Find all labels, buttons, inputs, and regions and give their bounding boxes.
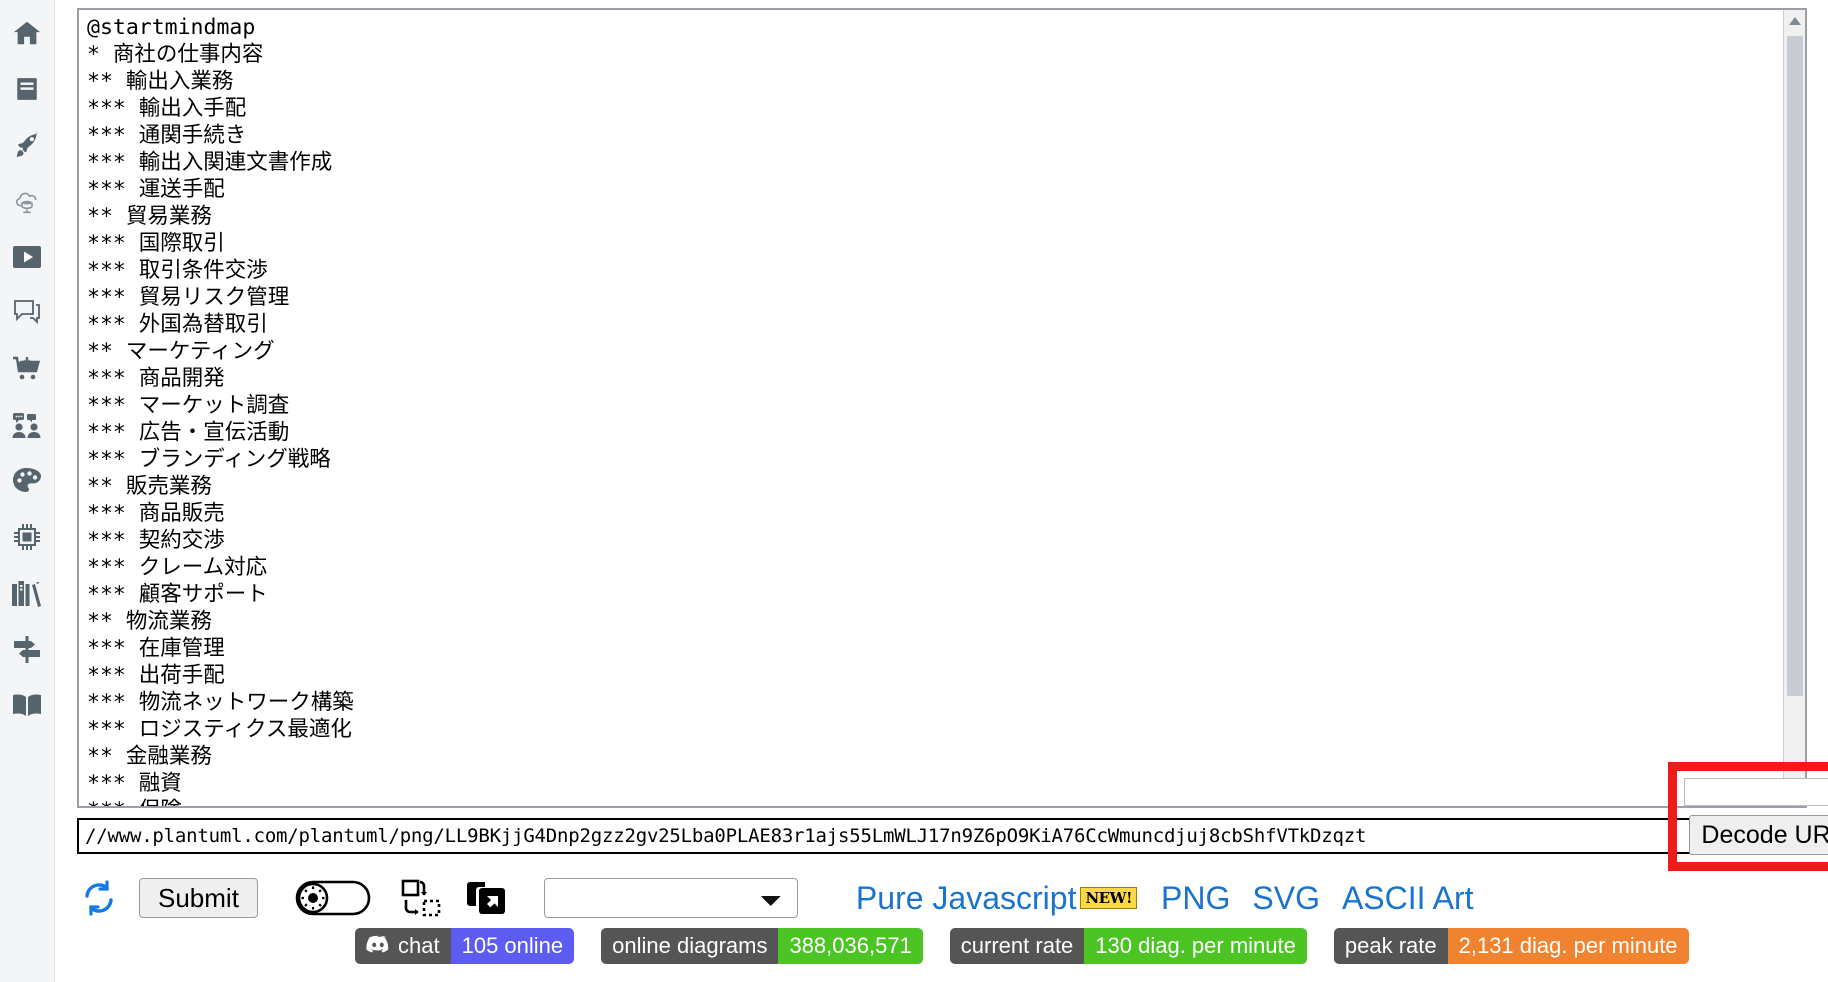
new-badge: NEW! [1080,887,1138,909]
badge-left-text: chat [398,933,440,958]
png-link[interactable]: PNG [1161,880,1230,917]
current-rate-badge[interactable]: current rate 130 diag. per minute [949,928,1307,964]
badge-left-text: current rate [949,928,1085,964]
decode-url-button[interactable]: Decode URL [1689,815,1828,855]
svg-link[interactable]: SVG [1252,880,1320,917]
editor-toolbar: Submit Pure Javascript NEW! PNG SVG ASCI… [77,872,1817,924]
chat-bubble-icon[interactable] [10,296,44,330]
badge-left-text: online diagrams [601,928,779,964]
resize-diagram-icon[interactable] [396,876,448,920]
badge-value: 388,036,571 [778,928,923,964]
discord-chat-badge[interactable]: chat 105 online [355,928,575,964]
editor-scrollbar[interactable] [1783,10,1805,806]
diagram-format-select[interactable] [543,878,798,918]
palette-icon[interactable] [10,464,44,498]
decode-format-select[interactable] [1684,778,1828,806]
encoded-url-input[interactable] [77,818,1807,854]
triangle-up-icon[interactable] [1784,10,1805,32]
open-book-icon[interactable] [10,688,44,722]
home-icon[interactable] [10,16,44,50]
submit-button[interactable]: Submit [139,878,258,918]
online-diagrams-badge[interactable]: online diagrams 388,036,571 [601,928,923,964]
discord-icon [366,933,390,959]
badge-value: 105 online [450,928,575,964]
chip-icon[interactable] [10,520,44,554]
pure-javascript-link[interactable]: Pure Javascript [856,880,1077,917]
shopping-cart-download-icon[interactable] [10,352,44,386]
rocket-icon[interactable] [10,128,44,162]
plantuml-editor-page: @startmindmap * 商社の仕事内容 ** 輸出入業務 *** 輸出入… [0,0,1828,982]
encoded-url-row [77,818,1807,854]
copy-to-clipboard-icon[interactable] [462,876,514,920]
diagram-source-editor[interactable]: @startmindmap * 商社の仕事内容 ** 輸出入業務 *** 輸出入… [77,8,1807,808]
badge-value: 2,131 diag. per minute [1447,928,1689,964]
refresh-icon[interactable] [77,876,121,920]
signpost-icon[interactable] [10,632,44,666]
cloud-db-icon[interactable] [10,184,44,218]
badge-value: 130 diag. per minute [1084,928,1307,964]
community-icon[interactable] [10,408,44,442]
badge-label: chat [355,928,451,964]
status-badge-strip: chat 105 online online diagrams 388,036,… [355,928,1689,964]
dark-mode-toggle-icon[interactable] [294,876,372,920]
main-content: @startmindmap * 商社の仕事内容 ** 輸出入業務 *** 輸出入… [55,0,1828,982]
editor-scrollbar-thumb[interactable] [1787,36,1803,696]
ascii-art-link[interactable]: ASCII Art [1342,880,1474,917]
diagram-source-text[interactable]: @startmindmap * 商社の仕事内容 ** 輸出入業務 *** 輸出入… [87,14,1779,806]
badge-left-text: peak rate [1333,928,1448,964]
peak-rate-badge[interactable]: peak rate 2,131 diag. per minute [1333,928,1689,964]
video-play-icon[interactable] [10,240,44,274]
books-icon[interactable] [10,576,44,610]
left-icon-rail [0,0,55,982]
document-icon[interactable] [10,72,44,106]
